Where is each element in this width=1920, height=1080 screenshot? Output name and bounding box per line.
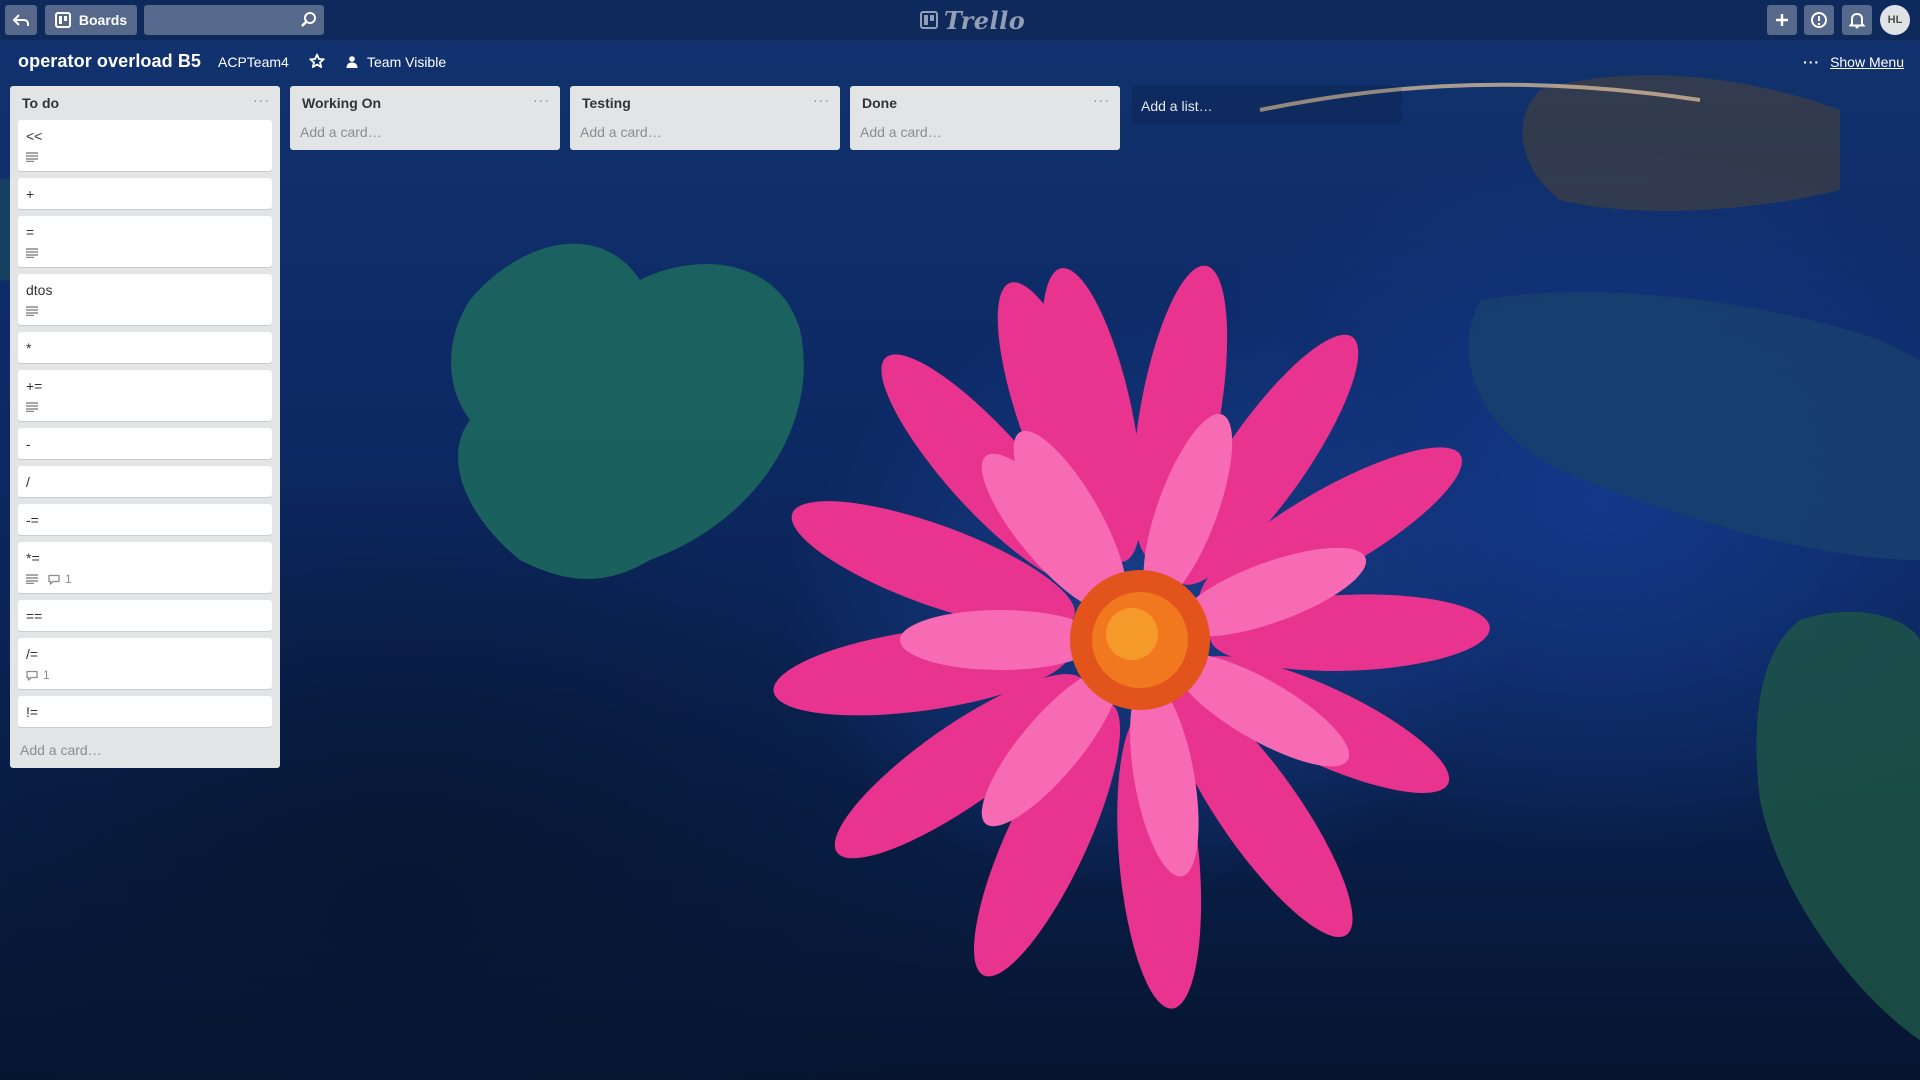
- list-testing[interactable]: Testing ··· Add a card…: [570, 86, 840, 150]
- notifications-button[interactable]: [1842, 5, 1872, 35]
- card-container: << + = dtos * += - / -= *= 1 == /= 1 !=: [10, 120, 280, 727]
- description-icon: [26, 152, 38, 162]
- avatar[interactable]: HL: [1880, 5, 1910, 35]
- card-title: =: [26, 224, 35, 240]
- list-header[interactable]: Working On ···: [290, 86, 560, 120]
- star-icon: [309, 53, 325, 68]
- card[interactable]: +: [18, 178, 272, 209]
- back-button[interactable]: [5, 5, 37, 35]
- comment-badge: 1: [48, 572, 72, 586]
- card-title: <<: [26, 128, 43, 144]
- card-title: +: [26, 186, 35, 202]
- card-title: *: [26, 340, 32, 356]
- card-title: ==: [26, 608, 43, 624]
- comment-badge: 1: [26, 668, 50, 682]
- add-card-button[interactable]: Add a card…: [570, 120, 840, 150]
- card-title: +=: [26, 378, 43, 394]
- team-icon: [346, 56, 358, 68]
- list-title[interactable]: Testing: [582, 95, 631, 111]
- add-card-button[interactable]: Add a card…: [10, 734, 280, 768]
- description-icon: [26, 574, 38, 584]
- add-card-button[interactable]: Add a card…: [850, 120, 1120, 150]
- card-title: *=: [26, 550, 40, 566]
- info-button[interactable]: [1804, 5, 1834, 35]
- comment-icon: [26, 670, 38, 681]
- list-header[interactable]: To do ···: [10, 86, 280, 120]
- list-menu-icon[interactable]: ···: [813, 92, 830, 108]
- more-icon: ···: [1803, 54, 1821, 70]
- top-header: Boards Trello HL: [0, 0, 1920, 40]
- avatar-initials: HL: [1887, 14, 1903, 26]
- card[interactable]: -=: [18, 504, 272, 535]
- list-to-do[interactable]: To do ··· << + = dtos * += - / -= *= 1 =…: [10, 86, 280, 768]
- boards-label: Boards: [78, 12, 128, 28]
- card-title: !=: [26, 704, 39, 720]
- comment-count: 1: [43, 668, 50, 682]
- card-title: /=: [26, 646, 39, 662]
- card-title: /: [26, 474, 30, 490]
- card-title: dtos: [26, 282, 53, 298]
- card[interactable]: *= 1: [18, 542, 272, 593]
- board-team-name[interactable]: ACPTeam4: [218, 54, 289, 70]
- description-icon: [26, 402, 38, 412]
- board-canvas: To do ··· << + = dtos * += - / -= *= 1 =…: [0, 86, 1920, 1080]
- info-icon: [1811, 12, 1827, 28]
- boards-button[interactable]: Boards: [45, 5, 137, 35]
- card[interactable]: /: [18, 466, 272, 497]
- boards-icon: [54, 12, 71, 28]
- board-title[interactable]: operator overload B5: [18, 51, 201, 72]
- search-icon[interactable]: [300, 11, 318, 29]
- show-menu-button[interactable]: ··· Show Menu: [1803, 54, 1904, 70]
- list-title[interactable]: Done: [862, 95, 897, 111]
- card[interactable]: <<: [18, 120, 272, 171]
- card[interactable]: +=: [18, 370, 272, 421]
- search-input[interactable]: [144, 5, 324, 35]
- list-title[interactable]: Working On: [302, 95, 381, 111]
- card[interactable]: ==: [18, 600, 272, 631]
- list-header[interactable]: Testing ···: [570, 86, 840, 120]
- back-arrow-icon: [12, 14, 29, 26]
- visibility-button[interactable]: Team Visible: [345, 54, 446, 70]
- list-working-on[interactable]: Working On ··· Add a card…: [290, 86, 560, 150]
- add-card-button[interactable]: Add a card…: [290, 120, 560, 150]
- card-title: -: [26, 436, 31, 452]
- card[interactable]: /= 1: [18, 638, 272, 689]
- star-button[interactable]: [309, 53, 325, 74]
- plus-icon: [1776, 14, 1788, 26]
- trello-logo-text: Trello: [944, 5, 1026, 35]
- comment-count: 1: [65, 572, 72, 586]
- list-menu-icon[interactable]: ···: [533, 92, 550, 108]
- card[interactable]: dtos: [18, 274, 272, 325]
- card[interactable]: !=: [18, 696, 272, 727]
- card[interactable]: -: [18, 428, 272, 459]
- list-title[interactable]: To do: [22, 95, 59, 111]
- bell-icon: [1849, 12, 1865, 29]
- card-title: -=: [26, 512, 39, 528]
- trello-logo[interactable]: Trello: [920, 5, 1026, 35]
- description-icon: [26, 248, 38, 258]
- create-button[interactable]: [1767, 5, 1797, 35]
- show-menu-label: Show Menu: [1830, 54, 1904, 70]
- comment-icon: [48, 574, 60, 585]
- list-menu-icon[interactable]: ···: [1093, 92, 1110, 108]
- list-done[interactable]: Done ··· Add a card…: [850, 86, 1120, 150]
- list-menu-icon[interactable]: ···: [253, 92, 270, 108]
- visibility-label: Team Visible: [367, 54, 447, 70]
- list-header[interactable]: Done ···: [850, 86, 1120, 120]
- trello-logo-icon: [920, 11, 938, 29]
- description-icon: [26, 306, 38, 316]
- add-list-button[interactable]: Add a list…: [1132, 86, 1402, 124]
- card[interactable]: =: [18, 216, 272, 267]
- card[interactable]: *: [18, 332, 272, 363]
- board-header: operator overload B5 ACPTeam4 Team Visib…: [0, 40, 1920, 86]
